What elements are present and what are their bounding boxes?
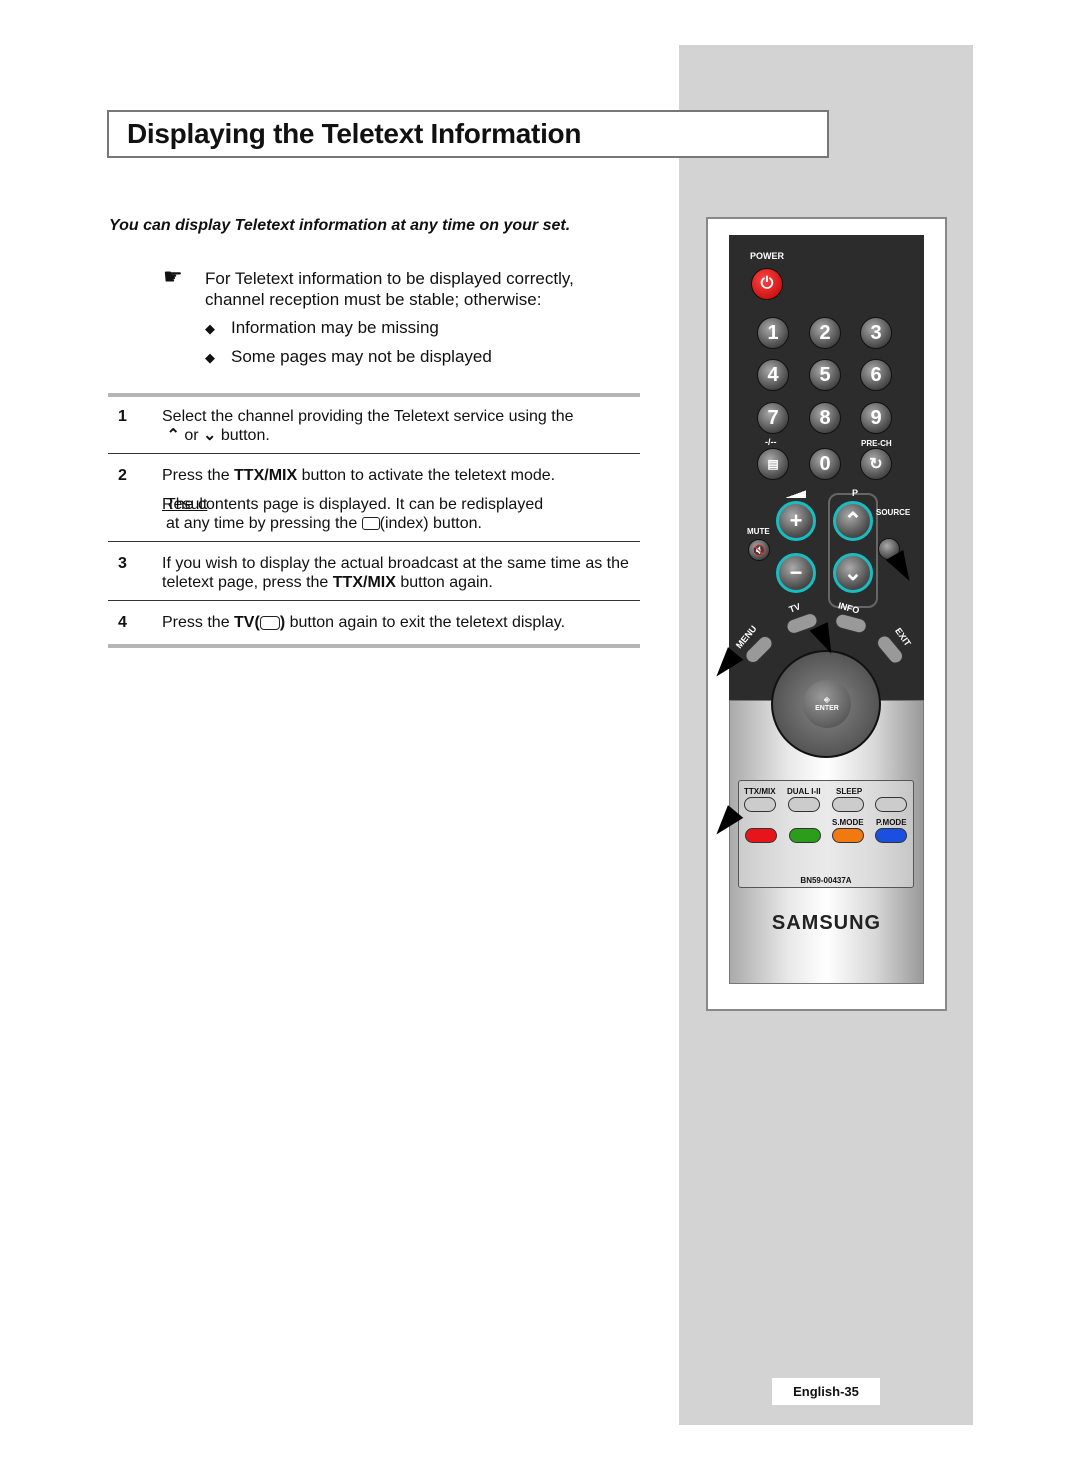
pointing-hand-icon: ☛ bbox=[163, 264, 183, 289]
step-text: or bbox=[184, 427, 199, 444]
result-text: at any time by pressing the bbox=[166, 515, 358, 532]
model-number: BN59-00437A bbox=[800, 876, 852, 885]
steps-table: 1 Select the channel providing the Telet… bbox=[108, 393, 640, 648]
note-line-2: channel reception must be stable; otherw… bbox=[205, 290, 542, 309]
step-text: button. bbox=[220, 427, 270, 444]
digit-6-button[interactable]: 6 bbox=[860, 359, 892, 391]
step-text: Select the channel providing the Teletex… bbox=[162, 408, 574, 425]
volume-up-button[interactable]: + bbox=[776, 501, 816, 541]
pmode-label: P.MODE bbox=[876, 818, 907, 827]
channel-up-button[interactable]: ⌃ bbox=[833, 501, 873, 541]
channel-down-button[interactable]: ⌄ bbox=[833, 553, 873, 593]
smode-label: S.MODE bbox=[832, 818, 864, 827]
step-row: 3 If you wish to display the actual broa… bbox=[108, 541, 640, 600]
bullet-text: Some pages may not be displayed bbox=[231, 347, 492, 366]
sleep-button[interactable] bbox=[832, 797, 864, 812]
enter-label: ENTER bbox=[815, 704, 839, 712]
step-number: 2 bbox=[118, 467, 127, 484]
enter-icon: ⎆ bbox=[824, 696, 830, 704]
title-box: Displaying the Teletext Information bbox=[107, 110, 829, 158]
digit-1-button[interactable]: 1 bbox=[757, 317, 789, 349]
digit-9-button[interactable]: 9 bbox=[860, 402, 892, 434]
step-text: button to activate the teletext mode. bbox=[297, 467, 556, 484]
step-text: Press the bbox=[162, 614, 235, 631]
step-text: button again to exit the teletext displa… bbox=[285, 614, 566, 631]
samsung-logo: SAMSUNG bbox=[771, 912, 882, 934]
bullet-item: ◆ Some pages may not be displayed bbox=[205, 347, 492, 367]
step-number: 4 bbox=[118, 614, 127, 631]
chevron-up-icon: ⌃ bbox=[166, 427, 180, 444]
button-name: TV( bbox=[234, 614, 260, 631]
teletext-button[interactable] bbox=[875, 797, 907, 812]
digit-8-button[interactable]: 8 bbox=[809, 402, 841, 434]
step-text: teletext page, press the bbox=[162, 574, 333, 591]
source-label: SOURCE bbox=[876, 508, 911, 517]
step-text: If you wish to display the actual broadc… bbox=[162, 555, 629, 572]
prech-label: PRE-CH bbox=[861, 439, 892, 448]
button-name: TTX/MIX bbox=[234, 467, 298, 484]
sleep-label: SLEEP bbox=[836, 787, 863, 796]
page-number: English-35 bbox=[772, 1378, 880, 1405]
red-button[interactable] bbox=[745, 828, 777, 843]
power-label: POWER bbox=[750, 251, 785, 261]
step-number: 3 bbox=[118, 555, 127, 572]
digit-5-button[interactable]: 5 bbox=[809, 359, 841, 391]
digit-2-button[interactable]: 2 bbox=[809, 317, 841, 349]
prech-button[interactable]: ↻ bbox=[860, 448, 892, 480]
result-text: The contents page is displayed. It can b… bbox=[166, 496, 544, 513]
dash-button[interactable]: ▤ bbox=[757, 448, 789, 480]
step-number: 1 bbox=[118, 408, 127, 425]
step-text: Press the bbox=[162, 467, 235, 484]
digit-0-button[interactable]: 0 bbox=[809, 448, 841, 480]
step-row: 2 Press the TTX/MIX button to activate t… bbox=[108, 453, 640, 541]
page-title: Displaying the Teletext Information bbox=[127, 118, 582, 149]
mute-label: MUTE bbox=[747, 527, 770, 536]
dash-label: -/-- bbox=[765, 437, 777, 447]
enter-button[interactable]: ⎆ ENTER bbox=[803, 680, 851, 728]
volume-down-button[interactable]: − bbox=[776, 553, 816, 593]
ttx-mix-button[interactable] bbox=[744, 797, 776, 812]
p-label: P bbox=[852, 488, 859, 498]
tv-icon bbox=[259, 615, 280, 630]
digit-3-button[interactable]: 3 bbox=[860, 317, 892, 349]
bullet-item: ◆ Information may be missing bbox=[205, 318, 439, 338]
bullet-text: Information may be missing bbox=[231, 318, 439, 337]
subtitle: You can display Teletext information at … bbox=[109, 217, 571, 234]
index-icon bbox=[361, 517, 380, 531]
dual-button[interactable] bbox=[788, 797, 820, 812]
dual-label: DUAL I-II bbox=[787, 787, 821, 796]
note-line-1: For Teletext information to be displayed… bbox=[205, 269, 574, 288]
power-button[interactable]: ⏻ bbox=[751, 268, 783, 300]
pmode-button[interactable] bbox=[875, 828, 907, 843]
result-text: (index) button. bbox=[379, 515, 482, 532]
step-text: button again. bbox=[395, 574, 493, 591]
chevron-down-icon: ⌄ bbox=[203, 427, 217, 444]
mute-button[interactable]: 🔇 bbox=[748, 539, 770, 561]
button-name: TTX/MIX bbox=[332, 574, 396, 591]
step-row: 1 Select the channel providing the Telet… bbox=[108, 397, 640, 453]
diamond-icon: ◆ bbox=[205, 321, 215, 336]
digit-4-button[interactable]: 4 bbox=[757, 359, 789, 391]
diamond-icon: ◆ bbox=[205, 350, 215, 365]
ttx-label: TTX/MIX bbox=[744, 787, 776, 796]
smode-button[interactable] bbox=[832, 828, 864, 843]
digit-7-button[interactable]: 7 bbox=[757, 402, 789, 434]
green-button[interactable] bbox=[789, 828, 821, 843]
step-row: 4 Press the TV() button again to exit th… bbox=[108, 600, 640, 644]
volume-icon bbox=[786, 490, 806, 498]
